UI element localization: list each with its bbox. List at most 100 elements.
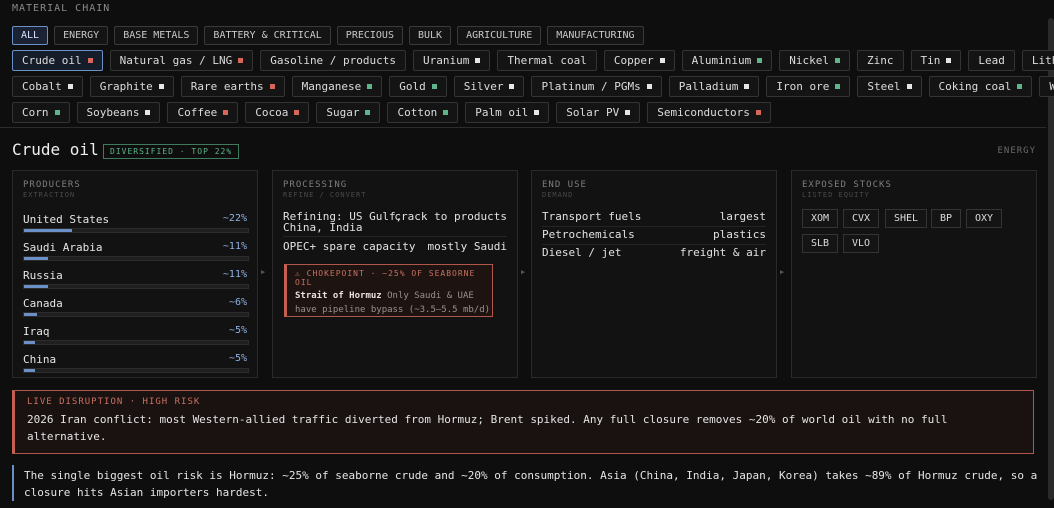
commodity-chip[interactable]: Semiconductors — [647, 102, 771, 123]
stock-ticker[interactable]: CVX — [843, 209, 880, 228]
commodity-label: Copper — [613, 54, 654, 67]
processing-value: mostly Saudi — [427, 240, 507, 253]
stock-ticker[interactable]: BP — [931, 209, 962, 228]
producer-share: ~5% — [228, 325, 247, 336]
commodity-chip[interactable]: Lead — [968, 50, 1015, 71]
risk-indicator-icon — [946, 58, 952, 63]
commodity-label: Palladium — [678, 80, 739, 93]
commodity-chip[interactable]: Platinum / PGMs — [531, 76, 662, 97]
producers-panel: PRODUCERS EXTRACTION United States ~22% Sa… — [12, 170, 258, 378]
category-tab[interactable]: PRECIOUS — [336, 26, 403, 45]
commodity-label: Palm oil — [475, 106, 529, 119]
processing-value: crack to products — [394, 210, 507, 223]
commodity-label: Platinum / PGMs — [541, 80, 641, 93]
commodity-label: Gold — [399, 80, 426, 93]
end-use-header: END USE — [542, 180, 587, 190]
commodity-chip[interactable]: Nickel — [779, 50, 850, 71]
risk-indicator-icon — [625, 110, 631, 115]
commodity-chip[interactable]: Tin — [910, 50, 962, 71]
commodity-label: Corn — [22, 106, 49, 119]
commodity-chip[interactable]: Palm oil — [465, 102, 550, 123]
commodity-chip[interactable]: Solar PV — [556, 102, 641, 123]
commodity-chip[interactable]: Sugar — [316, 102, 381, 123]
commodity-chip[interactable]: Graphite — [89, 76, 174, 97]
commodity-chip[interactable]: Rare earths — [180, 76, 285, 97]
live-disruption-alert: LIVE DISRUPTION · HIGH RISK 2026 Iran co… — [12, 390, 1034, 454]
risk-indicator-icon — [659, 58, 665, 63]
commodity-chip[interactable]: Coffee — [167, 102, 239, 123]
end-use-key: Petrochemicals — [542, 228, 635, 241]
processing-key: OPEC+ spare capacity — [283, 240, 416, 253]
commodity-label: Natural gas / LNG — [119, 54, 233, 67]
row-divider — [542, 244, 766, 245]
flow-arrow-icon: ▶ — [261, 268, 266, 276]
commodity-title: Crude oil — [12, 140, 99, 159]
commodity-chip[interactable]: Zinc — [857, 50, 904, 71]
commodity-chip[interactable]: Coking coal — [928, 76, 1033, 97]
commodity-chip[interactable]: Soybeans — [76, 102, 161, 123]
category-tab[interactable]: BULK — [408, 26, 452, 45]
commodity-chip[interactable]: Wheat — [1039, 76, 1054, 97]
risk-indicator-icon — [443, 110, 449, 115]
risk-indicator-icon — [223, 110, 229, 115]
commodity-chip[interactable]: Palladium — [668, 76, 760, 97]
category-tab[interactable]: BATTERY & CRITICAL — [204, 26, 331, 45]
commodity-label: Cotton — [397, 106, 438, 119]
commodity-chip[interactable]: Cobalt — [12, 76, 83, 97]
disruption-header: LIVE DISRUPTION · HIGH RISK — [27, 397, 201, 407]
commodity-chip[interactable]: Manganese — [291, 76, 383, 97]
commodity-chip[interactable]: Iron ore — [766, 76, 851, 97]
row-divider — [283, 236, 507, 237]
commodity-label: Semiconductors — [657, 106, 750, 119]
commodity-label: Sugar — [326, 106, 360, 119]
commodity-chip[interactable]: Gold — [389, 76, 447, 97]
share-bar-fill — [24, 285, 48, 288]
commodity-chip[interactable]: Uranium — [413, 50, 491, 71]
divider — [0, 127, 1046, 128]
commodity-chip[interactable]: Gasoline / products — [260, 50, 407, 71]
share-bar-fill — [24, 341, 35, 344]
end-use-value: largest — [719, 210, 766, 223]
risk-indicator-icon — [509, 84, 515, 89]
commodity-chip[interactable]: Natural gas / LNG — [109, 50, 254, 71]
risk-indicator-icon — [269, 84, 275, 89]
end-use-row: Petrochemicals plastics — [542, 229, 766, 243]
share-bar — [23, 340, 249, 345]
commodity-label: Lead — [978, 54, 1005, 67]
commodity-label: Nickel — [789, 54, 829, 67]
commodity-label: Uranium — [423, 54, 470, 67]
commodity-chip[interactable]: Corn — [12, 102, 70, 123]
processing-row: OPEC+ spare capacity mostly Saudi — [283, 241, 507, 255]
commodity-label: Soybeans — [86, 106, 140, 119]
flow-arrow-icon: ▶ — [780, 268, 785, 276]
stock-ticker[interactable]: VLO — [843, 234, 880, 253]
category-tab[interactable]: BASE METALS — [114, 26, 199, 45]
commodity-chip[interactable]: Copper — [603, 50, 675, 71]
stock-ticker[interactable]: XOM — [802, 209, 839, 228]
stock-ticker[interactable]: SHEL — [885, 209, 928, 228]
sector-label: ENERGY — [997, 146, 1036, 156]
commodity-chip[interactable]: Lithium — [1021, 50, 1054, 71]
stock-ticker[interactable]: OXY — [966, 209, 1003, 228]
stock-ticker[interactable]: SLB — [802, 234, 839, 253]
producer-name: Saudi Arabia — [23, 241, 103, 254]
commodity-chip[interactable]: Cocoa — [245, 102, 310, 123]
commodity-chip[interactable]: Aluminium — [681, 50, 773, 71]
end-use-panel: END USE DEMAND Transport fuels largest Pet… — [531, 170, 777, 378]
category-tab[interactable]: MANUFACTURING — [547, 26, 644, 45]
category-tab[interactable]: AGRICULTURE — [457, 26, 542, 45]
commodity-chip[interactable]: Silver — [453, 76, 525, 97]
share-bar — [23, 228, 249, 233]
risk-indicator-icon — [158, 84, 164, 89]
risk-indicator-icon — [1017, 84, 1023, 89]
commodity-chip[interactable]: Crude oil — [12, 50, 103, 71]
share-bar — [23, 368, 249, 373]
share-bar — [23, 256, 249, 261]
commodity-chip[interactable]: Cotton — [387, 102, 459, 123]
end-use-row: Diesel / jet freight & air — [542, 247, 766, 261]
category-tab[interactable]: ALL — [12, 26, 49, 45]
risk-indicator-icon — [67, 84, 73, 89]
commodity-chip[interactable]: Thermal coal — [497, 50, 597, 71]
category-tab[interactable]: ENERGY — [54, 26, 109, 45]
commodity-chip[interactable]: Steel — [857, 76, 922, 97]
